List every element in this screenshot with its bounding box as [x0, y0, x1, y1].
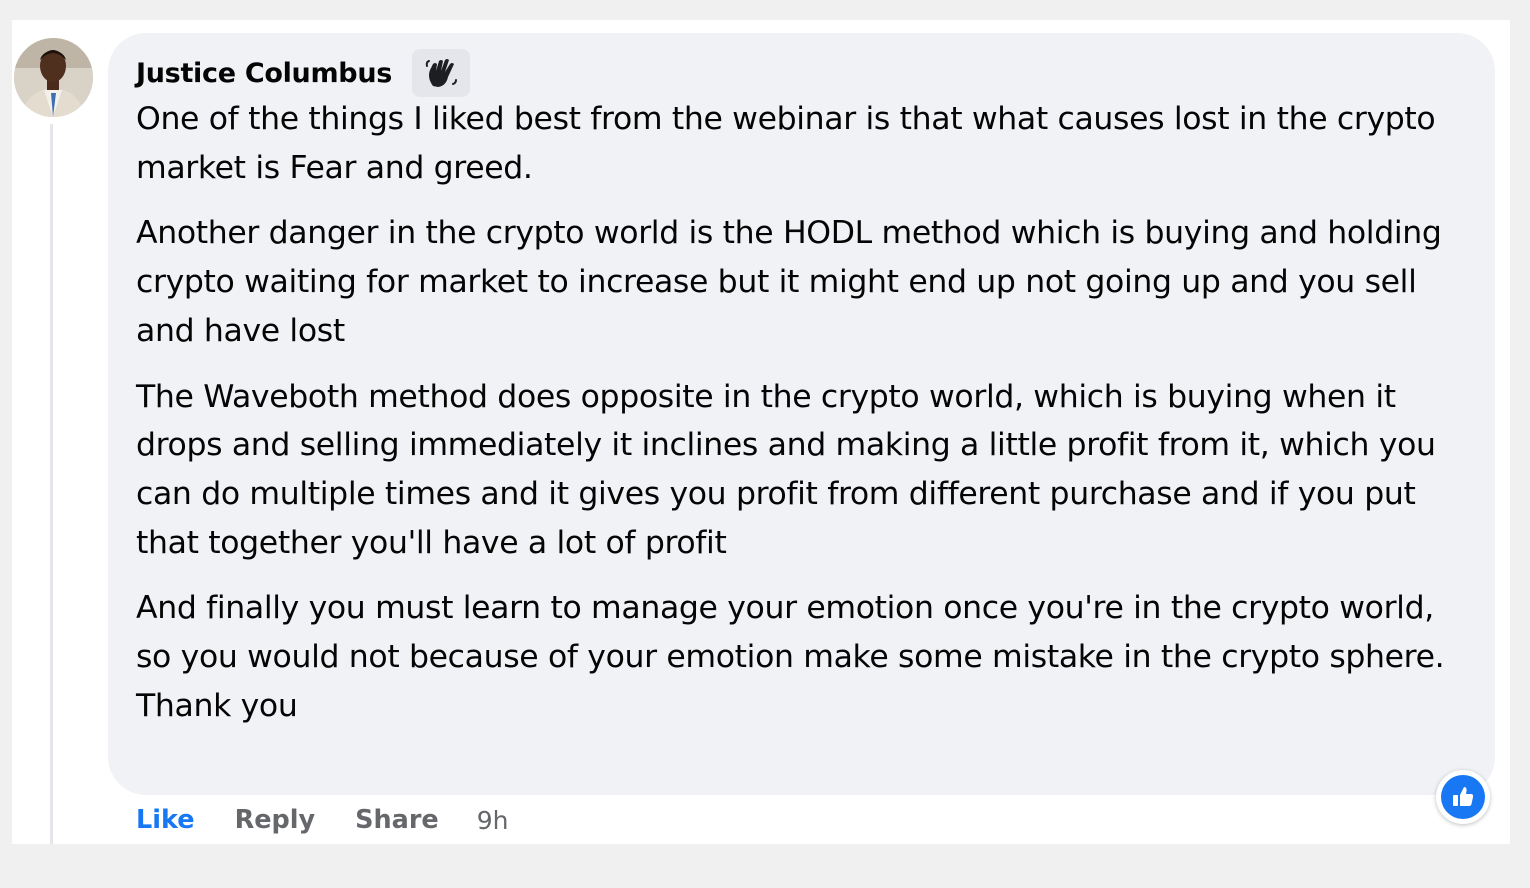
like-thumb-icon	[1441, 775, 1485, 819]
comment-paragraph: One of the things I liked best from the …	[136, 101, 1436, 186]
comment-paragraph: Thank you	[136, 687, 298, 724]
avatar[interactable]	[14, 38, 93, 117]
thread-line	[50, 124, 53, 844]
reaction-summary[interactable]	[1436, 770, 1490, 824]
comment-paragraph: And finally you must learn to manage you…	[136, 590, 1445, 676]
waving-hand-icon[interactable]	[412, 49, 471, 97]
share-button[interactable]: Share	[355, 805, 439, 835]
comment-paragraph: Another danger in the crypto world is th…	[136, 215, 1442, 349]
comment-header: Justice Columbus	[136, 49, 471, 97]
reply-button[interactable]: Reply	[235, 805, 316, 835]
comment-actions: Like Reply Share 9h	[136, 800, 508, 840]
like-button[interactable]: Like	[136, 805, 195, 835]
comment-paragraph: The Waveboth method does opposite in the…	[136, 378, 1436, 561]
author-name[interactable]: Justice Columbus	[136, 58, 392, 89]
timestamp[interactable]: 9h	[477, 806, 509, 835]
comment-body: One of the things I liked best from the …	[136, 95, 1471, 730]
